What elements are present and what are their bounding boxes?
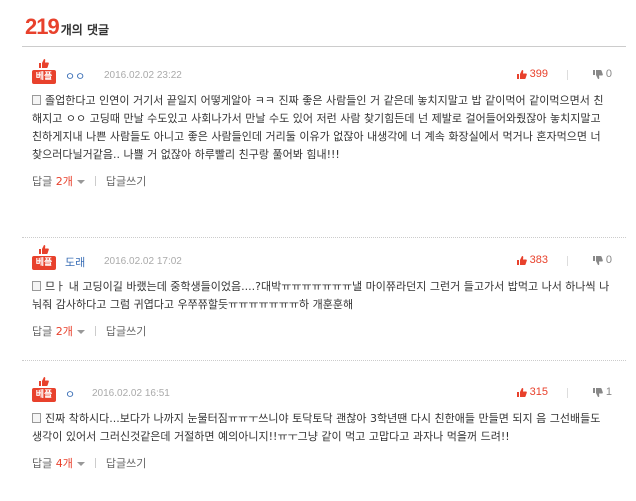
comment-body: 므ㅏ 내 고딩이길 바랬는데 중학생들이었음....?대박ㅠㅠㅠㅠㅠㅠㅠ낼 마이… <box>22 278 626 314</box>
comment-body: 졸업한다고 인연이 거기서 끝일지 어떻게알아 ㅋㅋ 진짜 좋은 사람들인 거 … <box>22 92 626 164</box>
comment-body: 진짜 착하시다...보다가 나까지 눈물터짐ㅠㅠㅜ쓰니야 토닥토닥 괜찮아 3학… <box>22 410 626 446</box>
reply-toggle[interactable]: 답글 2개 <box>32 173 85 189</box>
reply-count: 4개 <box>55 457 73 470</box>
comment-actions: 답글 4개 답글쓰기 <box>22 454 626 472</box>
comments-header: 219 개의 댓글 <box>25 14 109 44</box>
reply-toggle[interactable]: 답글 2개 <box>32 323 85 339</box>
comment-meta: 베플 ㅇ 2016.02.02 16:51 315 1 <box>22 376 626 406</box>
best-comment-badge: 베플 <box>32 58 56 86</box>
comment-date: 2016.02.02 17:02 <box>104 256 182 267</box>
document-icon <box>32 281 41 291</box>
best-label: 베플 <box>32 70 56 84</box>
reply-label: 답글 <box>32 175 53 188</box>
comment-divider <box>22 237 626 238</box>
write-reply-button[interactable]: 답글쓰기 <box>106 455 146 471</box>
thumbs-up-icon <box>38 244 50 256</box>
thumbs-up-icon <box>516 387 527 397</box>
write-reply-button[interactable]: 답글쓰기 <box>106 173 146 189</box>
caret-down-icon <box>76 180 85 184</box>
upvote-button[interactable]: 399 <box>516 68 548 80</box>
best-label: 베플 <box>32 388 56 402</box>
comment-actions: 답글 2개 답글쓰기 <box>22 322 626 340</box>
reply-toggle[interactable]: 답글 4개 <box>32 455 85 471</box>
action-separator <box>94 458 96 468</box>
comment-item: 베플 ㅇ 2016.02.02 16:51 315 1 진짜 착하시다...보다… <box>22 376 626 472</box>
caret-down-icon <box>76 462 85 466</box>
comment-date: 2016.02.02 23:22 <box>104 70 182 81</box>
downvote-button[interactable]: 0 <box>592 254 612 266</box>
upvote-count: 315 <box>529 386 548 398</box>
reply-label: 답글 <box>32 457 53 470</box>
comment-author[interactable]: 도래 <box>65 254 85 270</box>
downvote-count: 0 <box>605 68 612 80</box>
reply-count: 2개 <box>55 325 73 338</box>
thumbs-up-icon <box>38 58 50 70</box>
best-comment-badge: 베플 <box>32 376 56 404</box>
reply-label: 답글 <box>32 325 53 338</box>
document-icon <box>32 413 41 423</box>
thumbs-up-icon <box>516 69 527 79</box>
comment-text: 므ㅏ 내 고딩이길 바랬는데 중학생들이었음....?대박ㅠㅠㅠㅠㅠㅠㅠ낼 마이… <box>32 280 610 311</box>
thumbs-down-icon <box>592 69 603 79</box>
comment-count: 219 <box>25 14 60 39</box>
thumbs-down-icon <box>592 255 603 265</box>
vote-separator <box>567 256 568 266</box>
thumbs-up-icon <box>38 376 50 388</box>
upvote-count: 383 <box>529 254 548 266</box>
downvote-button[interactable]: 1 <box>592 386 612 398</box>
comment-text: 진짜 착하시다...보다가 나까지 눈물터짐ㅠㅠㅜ쓰니야 토닥토닥 괜찮아 3학… <box>32 412 601 443</box>
comment-divider <box>22 360 626 361</box>
action-separator <box>94 176 96 186</box>
vote-separator <box>567 388 568 398</box>
comment-meta: 베플 ㅇㅇ 2016.02.02 23:22 399 0 <box>22 58 626 88</box>
upvote-button[interactable]: 315 <box>516 386 548 398</box>
header-divider <box>22 46 626 47</box>
comment-text: 졸업한다고 인연이 거기서 끝일지 어떻게알아 ㅋㅋ 진짜 좋은 사람들인 거 … <box>32 94 604 161</box>
comment-item: 베플 도래 2016.02.02 17:02 383 0 므ㅏ 내 고딩이길 바… <box>22 244 626 340</box>
caret-down-icon <box>76 330 85 334</box>
downvote-count: 0 <box>605 254 612 266</box>
downvote-count: 1 <box>605 386 612 398</box>
reply-count: 2개 <box>55 175 73 188</box>
comment-author[interactable]: ㅇㅇ <box>65 68 85 84</box>
comment-item: 베플 ㅇㅇ 2016.02.02 23:22 399 0 졸업한다고 인연이 거… <box>22 58 626 190</box>
comment-date: 2016.02.02 16:51 <box>92 388 170 399</box>
document-icon <box>32 95 41 105</box>
comment-count-label: 개의 댓글 <box>60 23 110 37</box>
best-label: 베플 <box>32 256 56 270</box>
comment-meta: 베플 도래 2016.02.02 17:02 383 0 <box>22 244 626 274</box>
action-separator <box>94 326 96 336</box>
downvote-button[interactable]: 0 <box>592 68 612 80</box>
upvote-button[interactable]: 383 <box>516 254 548 266</box>
thumbs-down-icon <box>592 387 603 397</box>
write-reply-button[interactable]: 답글쓰기 <box>106 323 146 339</box>
best-comment-badge: 베플 <box>32 244 56 272</box>
vote-separator <box>567 70 568 80</box>
comment-actions: 답글 2개 답글쓰기 <box>22 172 626 190</box>
comment-author[interactable]: ㅇ <box>65 386 75 402</box>
thumbs-up-icon <box>516 255 527 265</box>
upvote-count: 399 <box>529 68 548 80</box>
